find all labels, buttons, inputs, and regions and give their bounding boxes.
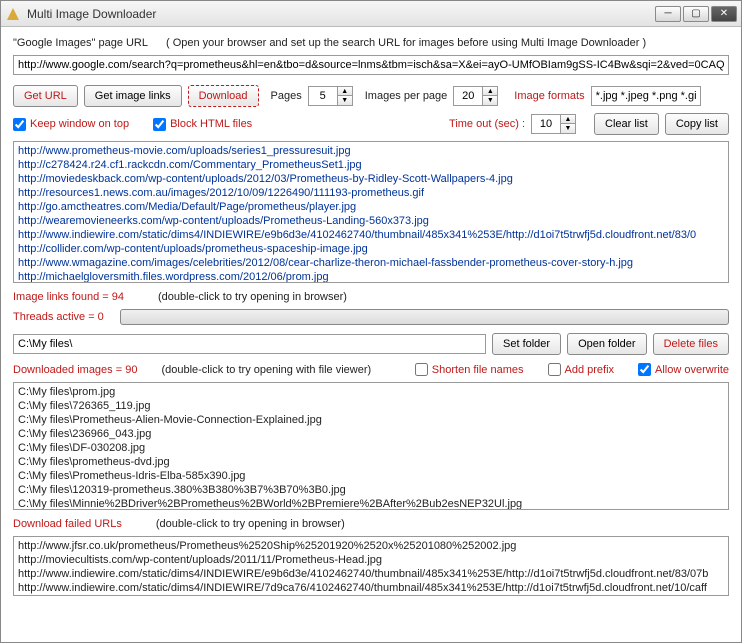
chevron-up-icon[interactable]: ▲: [338, 87, 352, 96]
app-window: Multi Image Downloader ─ ▢ ✕ "Google Ima…: [0, 0, 742, 643]
list-item[interactable]: http://wearemovieneerks.com/wp-content/u…: [18, 214, 724, 228]
list-item[interactable]: http://www.wmagazine.com/images/celebrit…: [18, 256, 724, 270]
list-item[interactable]: C:\My files\prom.jpg: [18, 385, 724, 399]
list-item[interactable]: http://moviedeskback.com/wp-content/uplo…: [18, 172, 724, 186]
timeout-input[interactable]: [531, 114, 561, 134]
open-folder-button[interactable]: Open folder: [567, 333, 646, 355]
list-item[interactable]: http://c278424.r24.cf1.rackcdn.com/Comme…: [18, 158, 724, 172]
per-page-label: Images per page: [365, 90, 448, 102]
downloaded-list[interactable]: C:\My files\prom.jpgC:\My files\726365_1…: [13, 382, 729, 510]
links-hint: (double-click to try opening in browser): [158, 291, 347, 303]
failed-hint: (double-click to try opening in browser): [156, 518, 345, 530]
set-folder-button[interactable]: Set folder: [492, 333, 561, 355]
window-title: Multi Image Downloader: [27, 7, 655, 21]
list-item[interactable]: C:\My files\DF-030208.jpg: [18, 441, 724, 455]
timeout-label: Time out (sec) :: [449, 118, 525, 130]
downloaded-label: Downloaded images = 90: [13, 364, 137, 376]
downloaded-header-row: Downloaded images = 90 (double-click to …: [13, 363, 729, 376]
formats-input[interactable]: [591, 86, 701, 106]
list-item[interactable]: http://moviecultists.com/wp-content/uplo…: [18, 553, 724, 567]
image-links-list[interactable]: http://www.prometheus-movie.com/uploads/…: [13, 141, 729, 283]
copy-list-button[interactable]: Copy list: [665, 113, 729, 135]
chevron-down-icon[interactable]: ▼: [483, 96, 497, 105]
url-input[interactable]: [13, 55, 729, 75]
close-button[interactable]: ✕: [711, 6, 737, 22]
allow-overwrite-checkbox[interactable]: Allow overwrite: [638, 363, 729, 376]
per-page-spinner[interactable]: ▲▼: [453, 86, 498, 106]
url-header-row: "Google Images" page URL ( Open your bro…: [13, 37, 729, 49]
pages-spinner[interactable]: ▲▼: [308, 86, 353, 106]
list-item[interactable]: C:\My files\Minnie%2BDriver%2BPrometheus…: [18, 497, 724, 510]
list-item[interactable]: http://www.indiewire.com/static/dims4/IN…: [18, 581, 724, 595]
window-controls: ─ ▢ ✕: [655, 6, 737, 22]
pages-label: Pages: [271, 90, 302, 102]
list-item[interactable]: C:\My files\120319-prometheus.380%3B380%…: [18, 483, 724, 497]
chevron-up-icon[interactable]: ▲: [483, 87, 497, 96]
failed-header-row: Download failed URLs (double-click to tr…: [13, 518, 729, 530]
list-item[interactable]: http://collider.com/wp-content/uploads/p…: [18, 242, 724, 256]
list-item[interactable]: C:\My files\prometheus-dvd.jpg: [18, 455, 724, 469]
shorten-names-checkbox[interactable]: Shorten file names: [415, 363, 524, 376]
formats-label: Image formats: [514, 90, 584, 102]
delete-files-button[interactable]: Delete files: [653, 333, 729, 355]
list-item[interactable]: C:\My files\Prometheus-Alien-Movie-Conne…: [18, 413, 724, 427]
failed-label: Download failed URLs: [13, 518, 122, 530]
url-hint: ( Open your browser and set up the searc…: [166, 37, 646, 49]
minimize-button[interactable]: ─: [655, 6, 681, 22]
get-url-button[interactable]: Get URL: [13, 85, 78, 107]
folder-row: Set folder Open folder Delete files: [13, 333, 729, 355]
list-item[interactable]: http://michaelgloversmith.files.wordpres…: [18, 270, 724, 283]
chevron-down-icon[interactable]: ▼: [561, 124, 575, 133]
clear-list-button[interactable]: Clear list: [594, 113, 659, 135]
links-found-label: Image links found = 94: [13, 291, 124, 303]
per-page-input[interactable]: [453, 86, 483, 106]
keep-on-top-checkbox[interactable]: Keep window on top: [13, 118, 129, 131]
url-label: "Google Images" page URL: [13, 37, 148, 49]
list-item[interactable]: http://www.jfsr.co.uk/prometheus/Prometh…: [18, 539, 724, 553]
chevron-down-icon[interactable]: ▼: [338, 96, 352, 105]
list-item[interactable]: http://www.indiewire.com/static/dims4/IN…: [18, 228, 724, 242]
list-item[interactable]: http://www.indiewire.com/static/dims4/IN…: [18, 567, 724, 581]
failed-list[interactable]: http://www.jfsr.co.uk/prometheus/Prometh…: [13, 536, 729, 596]
get-image-links-button[interactable]: Get image links: [84, 85, 182, 107]
maximize-button[interactable]: ▢: [683, 6, 709, 22]
links-found-row: Image links found = 94 (double-click to …: [13, 291, 729, 303]
progress-bar: [120, 309, 729, 325]
download-button[interactable]: Download: [188, 85, 259, 107]
toolbar-row: Get URL Get image links Download Pages ▲…: [13, 85, 729, 107]
threads-row: Threads active = 0: [13, 309, 729, 325]
list-item[interactable]: C:\My files\726365_119.jpg: [18, 399, 724, 413]
list-item[interactable]: C:\My files\236966_043.jpg: [18, 427, 724, 441]
chevron-up-icon[interactable]: ▲: [561, 115, 575, 124]
content-area: "Google Images" page URL ( Open your bro…: [1, 27, 741, 642]
block-html-checkbox[interactable]: Block HTML files: [153, 118, 252, 131]
folder-input[interactable]: [13, 334, 486, 354]
add-prefix-checkbox[interactable]: Add prefix: [548, 363, 615, 376]
pages-input[interactable]: [308, 86, 338, 106]
downloaded-hint: (double-click to try opening with file v…: [161, 364, 371, 376]
threads-label: Threads active = 0: [13, 311, 104, 323]
list-item[interactable]: C:\My files\Prometheus-Idris-Elba-585x39…: [18, 469, 724, 483]
list-item[interactable]: http://www.prometheus-movie.com/uploads/…: [18, 144, 724, 158]
list-item[interactable]: http://go.amctheatres.com/Media/Default/…: [18, 200, 724, 214]
titlebar[interactable]: Multi Image Downloader ─ ▢ ✕: [1, 1, 741, 27]
options-row: Keep window on top Block HTML files Time…: [13, 113, 729, 135]
timeout-spinner[interactable]: ▲▼: [531, 114, 576, 134]
list-item[interactable]: http://resources1.news.com.au/images/201…: [18, 186, 724, 200]
app-icon: [5, 6, 21, 22]
